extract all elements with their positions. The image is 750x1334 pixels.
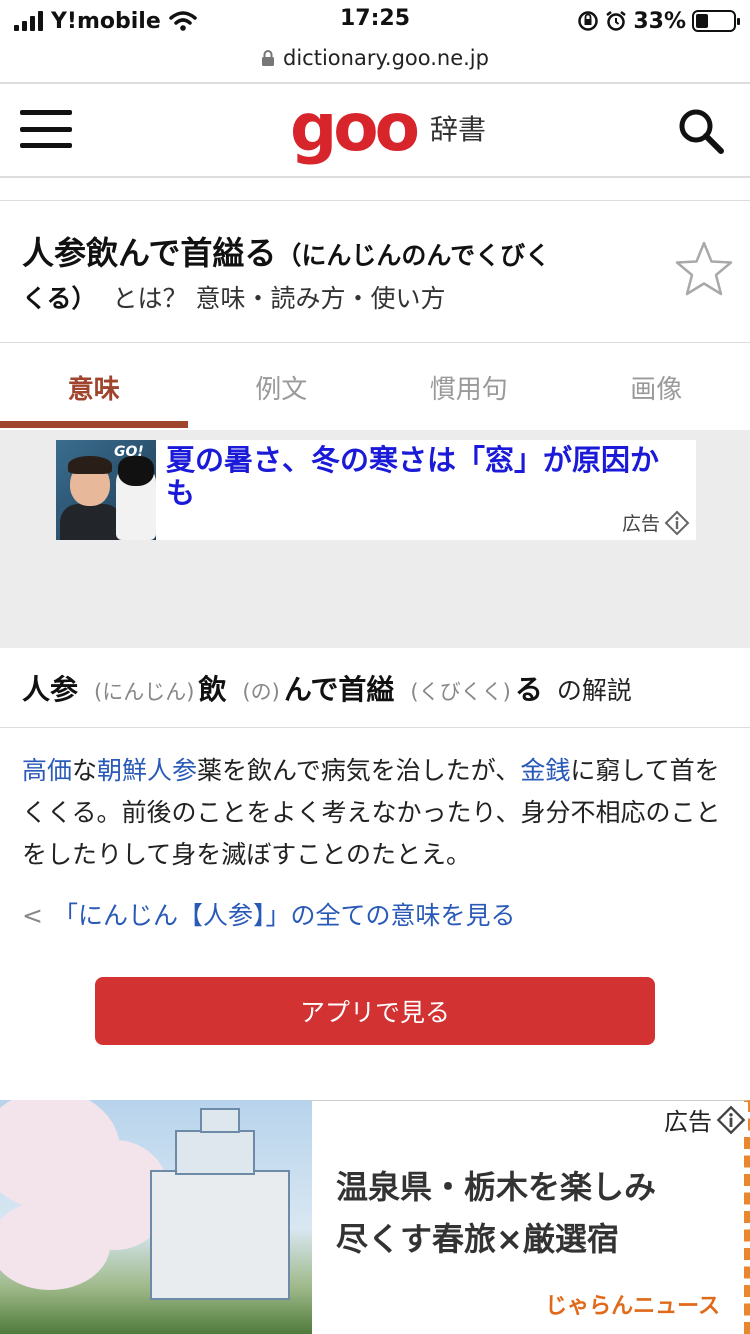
heading-tail: の解説: [556, 676, 632, 705]
ad-info-icon[interactable]: [716, 1105, 746, 1135]
ad-copy: 温泉県・栃木を楽しみ 尽くす春旅×厳選宿: [336, 1161, 656, 1265]
heading-kanji: んで首縊: [283, 673, 395, 706]
ad-copy-line: 温泉県・栃木を楽しみ: [336, 1168, 657, 1206]
site-logo[interactable]: goo 辞書: [290, 89, 486, 166]
heading-ruby: (くびくく): [410, 680, 511, 704]
open-app-button[interactable]: アプリで見る: [95, 977, 655, 1045]
menu-icon[interactable]: [20, 110, 72, 148]
lock-icon: [262, 50, 275, 66]
heading-ruby: (の): [242, 680, 280, 704]
ad-label: 広告: [662, 1102, 748, 1137]
battery-percent: 33%: [633, 8, 686, 34]
all-meanings-text: 「にんじん【人参】」の全ての意味を見る: [52, 901, 516, 930]
link-koka[interactable]: 高価: [22, 756, 72, 785]
tab-examples[interactable]: 例文: [188, 344, 376, 430]
ad-copy-line: 尽くす春旅×厳選宿: [336, 1220, 619, 1258]
divider: [0, 342, 750, 343]
ad-thumb-text: GO!: [114, 444, 144, 460]
heading-kanji: る: [514, 673, 543, 706]
ad-banner[interactable]: GO! 夏の暑さ、冬の寒さは「窓」が原因かも 広告: [56, 440, 696, 540]
logo-label: 辞書: [429, 113, 486, 146]
status-right: 33%: [577, 6, 740, 36]
tab-idioms[interactable]: 慣用句: [375, 344, 563, 430]
divider: [0, 176, 750, 178]
link-chosen-ninjin[interactable]: 朝鮮人参: [97, 756, 197, 785]
status-bar: Y!mobile 17:25 33%: [0, 0, 750, 42]
tab-meaning[interactable]: 意味: [0, 344, 188, 430]
ad-image: [0, 1100, 312, 1334]
battery-level: [696, 14, 708, 28]
title-suffix: とは？ 意味・読み方・使い方: [112, 284, 446, 313]
definition-text: 高価な朝鮮人参薬を飲んで病気を治したが、金銭に窮して首をくくる。前後のことをよく…: [22, 750, 732, 876]
url-bar[interactable]: dictionary.goo.ne.jp: [0, 38, 750, 78]
heading-kanji: 飲: [198, 673, 227, 706]
ad-area: GO! 夏の暑さ、冬の寒さは「窓」が原因かも 広告: [0, 430, 750, 648]
heading-ruby: (にんじん): [94, 680, 195, 704]
title-line: 人参飲んで首縊る（にんじんのんでくびく: [22, 230, 642, 279]
title-reading-cont: くる）: [22, 284, 97, 313]
ad-thumbnail: GO!: [56, 440, 156, 540]
title-line: くる） とは？ 意味・読み方・使い方: [22, 279, 642, 319]
ad-label-text: 広告: [664, 1108, 712, 1136]
chevron-left-icon: <: [22, 901, 43, 930]
divider: [0, 727, 750, 728]
ad-info-icon[interactable]: [664, 510, 690, 536]
rotation-lock-icon: [578, 11, 599, 31]
link-kinsen[interactable]: 金銭: [520, 756, 570, 785]
definition-segment: 薬を飲んで病気を治したが、: [197, 756, 521, 785]
alarm-icon: [606, 11, 627, 31]
title-word: 人参飲んで首縊る: [22, 234, 277, 272]
battery-icon: [692, 10, 740, 32]
ad-brand-logo: じゃらんニュース: [545, 1294, 720, 1319]
tab-bar: 意味 例文 慣用句 画像: [0, 344, 750, 430]
tab-images[interactable]: 画像: [563, 344, 750, 430]
ad-label: 広告: [622, 509, 690, 536]
divider: [0, 200, 750, 201]
star-icon[interactable]: [672, 238, 736, 302]
all-meanings-link[interactable]: < 「にんじん【人参】」の全ての意味を見る: [22, 896, 515, 932]
heading-kanji: 人参: [22, 673, 79, 706]
bottom-ad-banner[interactable]: 温泉県・栃木を楽しみ 尽くす春旅×厳選宿 じゃらんニュース 広告: [0, 1100, 750, 1334]
entry-title: 人参飲んで首縊る（にんじんのんでくびく くる） とは？ 意味・読み方・使い方: [22, 230, 642, 319]
url-text: dictionary.goo.ne.jp: [283, 46, 489, 70]
explanation-heading: 人参 (にんじん) 飲 (の) んで首縊 (くびくく) る の解説: [22, 668, 732, 718]
title-reading: （にんじんのんでくびく: [276, 241, 551, 270]
search-icon[interactable]: [676, 106, 726, 156]
logo-goo: goo: [290, 89, 420, 166]
site-header: goo 辞書: [0, 82, 750, 176]
ad-title: 夏の暑さ、冬の寒さは「窓」が原因かも: [166, 443, 660, 510]
definition-segment: な: [72, 756, 98, 785]
ad-label-text: 広告: [621, 513, 660, 535]
